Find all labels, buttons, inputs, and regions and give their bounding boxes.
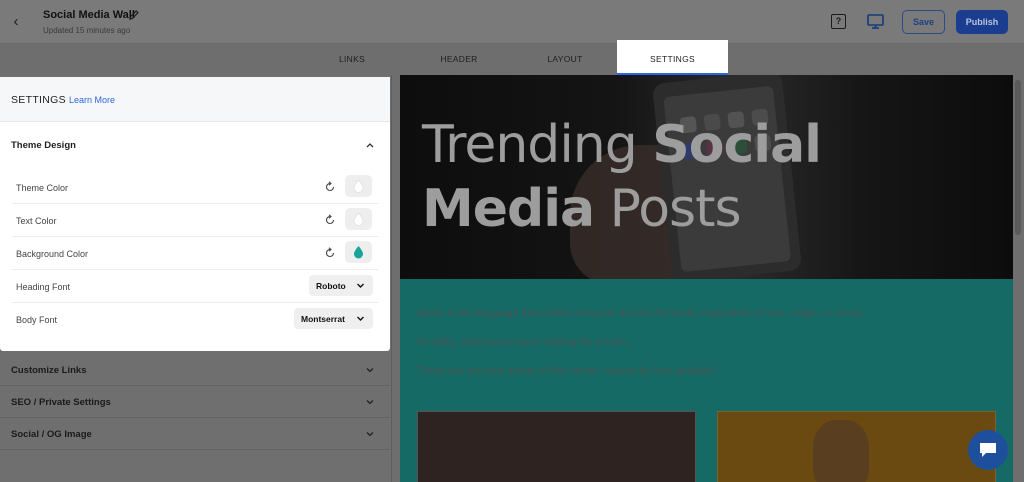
- chevron-down-icon: [357, 316, 364, 321]
- help-icon[interactable]: ?: [831, 14, 846, 29]
- tab-settings[interactable]: SETTINGS: [617, 40, 728, 75]
- chevron-down-icon: [357, 283, 364, 288]
- text-color-row: Text Color: [12, 204, 378, 237]
- hero-title-bold-1: Social: [652, 115, 822, 175]
- theme-color-label: Theme Color: [16, 183, 69, 193]
- pencil-edit-icon[interactable]: [128, 9, 140, 21]
- desktop-preview-icon[interactable]: [867, 14, 884, 29]
- tab-layout[interactable]: LAYOUT: [530, 44, 600, 75]
- body-font-value: Montserrat: [301, 314, 345, 324]
- save-button[interactable]: Save: [902, 10, 945, 34]
- settings-heading: SETTINGS: [11, 94, 66, 106]
- heading-font-row: Heading Font Roboto: [12, 270, 378, 303]
- scrollbar-thumb[interactable]: [1015, 80, 1021, 235]
- theme-color-swatch[interactable]: [345, 175, 372, 197]
- text-color-label: Text Color: [16, 216, 57, 226]
- customize-links-label: Customize Links: [11, 365, 87, 376]
- customize-links-section[interactable]: Customize Links: [0, 354, 390, 386]
- color-drop-icon: [354, 246, 363, 259]
- seo-private-settings-section[interactable]: SEO / Private Settings: [0, 386, 390, 418]
- updated-timestamp: Updated 15 minutes ago: [43, 26, 131, 35]
- artist-photo: [813, 420, 869, 482]
- publish-button[interactable]: Publish: [956, 10, 1008, 34]
- post-card-image: [717, 411, 996, 482]
- settings-header: SETTINGS Learn More: [0, 77, 390, 122]
- top-bar: ‹ Social Media Wall Updated 15 minutes a…: [0, 0, 1024, 44]
- background-color-swatch[interactable]: [345, 241, 372, 263]
- background-color-row: Background Color: [12, 237, 378, 270]
- chevron-down-icon: [366, 400, 374, 405]
- reset-icon[interactable]: [324, 214, 336, 226]
- reset-icon[interactable]: [324, 247, 336, 259]
- settings-card: SETTINGS Learn More Theme Design Theme C…: [0, 77, 390, 351]
- tab-header[interactable]: HEADER: [425, 44, 493, 75]
- hero-title-light-2: Posts: [594, 179, 742, 239]
- tab-links[interactable]: LINKS: [320, 44, 384, 75]
- heading-font-select[interactable]: Roboto: [309, 275, 373, 296]
- reset-icon[interactable]: [324, 181, 336, 193]
- preview-scrollbar[interactable]: [1013, 75, 1024, 482]
- heading-font-value: Roboto: [316, 281, 346, 291]
- chat-bubble-icon: [980, 443, 996, 457]
- heading-font-label: Heading Font: [16, 282, 71, 292]
- color-drop-icon: [353, 212, 364, 226]
- intro-paragraph: These are the best artists of this month…: [417, 365, 715, 377]
- chevron-up-icon[interactable]: [364, 139, 376, 151]
- editor-tabs: LINKS HEADER LAYOUT SETTINGS: [0, 40, 1024, 75]
- social-og-image-label: Social / OG Image: [11, 429, 92, 440]
- post-card-image: [417, 411, 696, 482]
- chevron-down-icon: [366, 432, 374, 437]
- intro-paragraph: Music is the language that unites everyo…: [417, 307, 865, 319]
- settings-panel: SETTINGS Learn More Theme Design Theme C…: [0, 75, 392, 482]
- chevron-down-icon: [366, 368, 374, 373]
- body-font-row: Body Font Montserrat: [12, 303, 378, 336]
- hero-banner: Trending Social Media Posts: [400, 75, 1013, 279]
- theme-color-row: Theme Color: [12, 171, 378, 204]
- theme-design-title[interactable]: Theme Design: [11, 140, 76, 151]
- hero-title: Trending Social Media Posts: [422, 113, 822, 241]
- seo-private-settings-label: SEO / Private Settings: [11, 397, 111, 408]
- page-title: Social Media Wall: [43, 9, 135, 21]
- background-color-label: Background Color: [16, 249, 89, 259]
- text-color-swatch[interactable]: [345, 208, 372, 230]
- page-preview: Trending Social Media Posts Music is the…: [400, 75, 1013, 482]
- hero-title-light-1: Trending: [422, 115, 653, 175]
- intro-paragraph: So folks, what you've been waiting for i…: [417, 336, 636, 348]
- body-font-label: Body Font: [16, 315, 58, 325]
- back-arrow-icon[interactable]: ‹: [8, 14, 24, 30]
- social-og-image-section[interactable]: Social / OG Image: [0, 418, 390, 450]
- hero-title-bold-2: Media: [422, 179, 595, 239]
- learn-more-link[interactable]: Learn More: [69, 95, 115, 105]
- chat-button[interactable]: [968, 430, 1008, 470]
- body-font-select[interactable]: Montserrat: [294, 308, 373, 329]
- color-drop-icon: [353, 179, 364, 193]
